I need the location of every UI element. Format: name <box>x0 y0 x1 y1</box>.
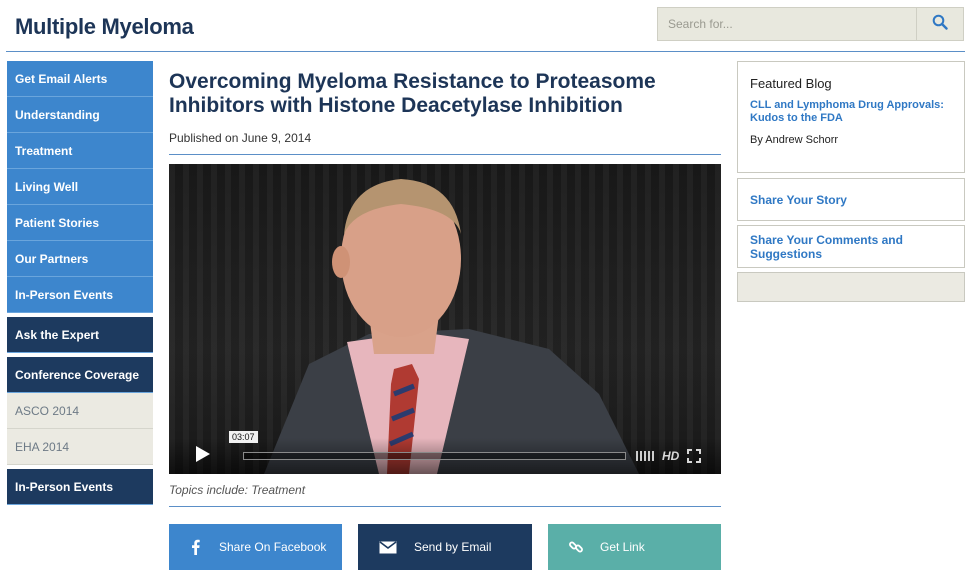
fullscreen-icon[interactable] <box>687 449 702 463</box>
email-icon <box>378 540 398 554</box>
nav-item-asco-2014[interactable]: ASCO 2014 <box>7 393 153 429</box>
video-controls: 03:07 HD <box>169 431 721 474</box>
volume-bar <box>636 451 638 461</box>
topics-text: Topics include: Treatment <box>169 483 306 497</box>
play-button[interactable] <box>183 438 223 474</box>
nav-item-patient-stories[interactable]: Patient Stories <box>7 205 153 241</box>
search-box <box>657 7 964 41</box>
search-button[interactable] <box>916 8 963 40</box>
article-title: Overcoming Myeloma Resistance to Proteas… <box>169 70 656 117</box>
featured-blog-heading: Featured Blog <box>750 76 832 91</box>
nav-item-eha-2014[interactable]: EHA 2014 <box>7 429 153 465</box>
article-divider <box>169 154 721 155</box>
featured-blog-link[interactable]: CLL and Lymphoma Drug Approvals: Kudos t… <box>750 99 952 125</box>
featured-blog-author: By Andrew Schorr <box>750 134 839 146</box>
speaker-figure <box>264 179 639 474</box>
nav-item-conference-coverage[interactable]: Conference Coverage <box>7 357 153 393</box>
get-link-button[interactable]: Get Link <box>548 524 721 570</box>
nav-item-in-person-events[interactable]: In-Person Events <box>7 277 153 313</box>
facebook-icon <box>185 539 205 555</box>
nav-item-get-email-alerts[interactable]: Get Email Alerts <box>7 61 153 97</box>
send-email-button[interactable]: Send by Email <box>358 524 532 570</box>
send-email-label: Send by Email <box>414 540 492 554</box>
share-your-story-link[interactable]: Share Your Story <box>737 178 965 221</box>
featured-blog-box: Featured Blog CLL and Lymphoma Drug Appr… <box>737 61 965 173</box>
right-sidebar: Featured Blog CLL and Lymphoma Drug Appr… <box>737 61 965 302</box>
volume-control[interactable] <box>636 451 654 461</box>
article-header: Overcoming Myeloma Resistance to Proteas… <box>169 70 721 155</box>
volume-bar <box>652 451 654 461</box>
share-comments-link[interactable]: Share Your Comments and Suggestions <box>737 225 965 268</box>
volume-bar <box>648 451 650 461</box>
play-icon <box>195 445 211 468</box>
get-link-label: Get Link <box>600 540 645 554</box>
published-date: Published on June 9, 2014 <box>169 131 312 145</box>
volume-bar <box>644 451 646 461</box>
left-nav: Get Email Alerts Understanding Treatment… <box>7 61 153 505</box>
search-input[interactable] <box>658 8 916 40</box>
search-icon <box>932 14 948 35</box>
video-progress-bar[interactable]: 03:07 <box>229 431 626 460</box>
link-icon <box>566 539 586 555</box>
nav-item-in-person-events-2[interactable]: In-Person Events <box>7 469 153 505</box>
topics-divider <box>169 506 721 507</box>
nav-item-our-partners[interactable]: Our Partners <box>7 241 153 277</box>
header-divider <box>6 51 965 52</box>
sidebar-placeholder-box <box>737 272 965 302</box>
volume-bar <box>640 451 642 461</box>
share-facebook-label: Share On Facebook <box>219 540 327 554</box>
hd-toggle[interactable]: HD <box>662 449 679 463</box>
video-player[interactable]: 03:07 HD <box>169 164 721 474</box>
nav-item-treatment[interactable]: Treatment <box>7 133 153 169</box>
share-facebook-button[interactable]: Share On Facebook <box>169 524 342 570</box>
video-time: 03:07 <box>229 431 258 443</box>
nav-item-living-well[interactable]: Living Well <box>7 169 153 205</box>
nav-item-understanding[interactable]: Understanding <box>7 97 153 133</box>
site-title[interactable]: Multiple Myeloma <box>15 14 194 40</box>
nav-item-ask-the-expert[interactable]: Ask the Expert <box>7 317 153 353</box>
